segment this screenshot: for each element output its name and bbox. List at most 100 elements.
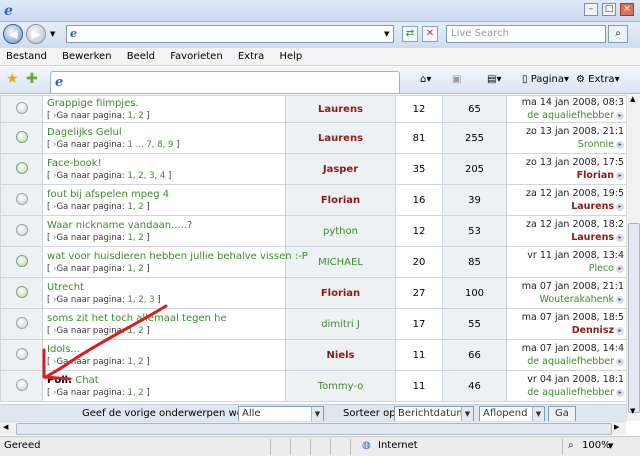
print-icon[interactable]: ▤▾	[487, 73, 501, 87]
close-window-button[interactable]: ×	[620, 3, 634, 16]
menu-favorieten[interactable]: Favorieten	[164, 48, 228, 64]
back-button[interactable]: ◀	[3, 24, 23, 44]
topic-title-link[interactable]: Idols...	[47, 344, 80, 355]
page-menu-button[interactable]: ▯ Pagina▾	[522, 73, 569, 87]
page-links[interactable]: 1, 2	[127, 326, 143, 336]
zoom-level[interactable]: 100%	[582, 437, 611, 455]
add-favorite-icon[interactable]: ✚	[26, 72, 38, 86]
topic-author-link[interactable]: Florian	[321, 288, 360, 299]
sort-order-select[interactable]: Aflopend ▼	[479, 406, 545, 422]
topic-author-link[interactable]: Tommy-o	[318, 381, 364, 392]
home-icon[interactable]: ⌂▾	[420, 73, 431, 87]
chevron-down-icon[interactable]: ▼	[608, 437, 613, 455]
topic-folder-icon	[15, 130, 28, 143]
last-post-user-link[interactable]: Pleco	[589, 263, 614, 274]
page-links[interactable]: 1, 2	[127, 388, 143, 398]
page-links[interactable]: 1 ... 7, 8, 9	[127, 140, 173, 150]
search-icon[interactable]: ⌕	[608, 25, 628, 43]
topic-author-link[interactable]: Laurens	[318, 104, 363, 115]
view-latest-post-icon[interactable]: ▸	[616, 111, 624, 120]
vertical-scrollbar[interactable]: ▲ ▼	[626, 95, 640, 421]
page-links[interactable]: 1, 2, 3	[127, 295, 154, 305]
page-links[interactable]: 1, 2	[127, 233, 143, 243]
horizontal-scrollbar[interactable]: ◀ ▶	[0, 421, 626, 435]
menu-extra[interactable]: Extra	[232, 48, 270, 64]
topic-title-link[interactable]: Chat	[75, 375, 98, 386]
topic-author-link[interactable]: Laurens	[318, 133, 363, 144]
topic-title-line: soms zit het toch allemaal tegen he	[47, 312, 285, 325]
menu-beeld[interactable]: Beeld	[121, 48, 161, 64]
topic-pagination: [ ›Ga naar pagina: 1, 2, 3, 4 ]	[47, 170, 285, 182]
search-input[interactable]: Live Search	[446, 25, 606, 43]
maximize-button[interactable]: □	[602, 3, 616, 16]
last-post-user-link[interactable]: Wouterakahenk	[539, 294, 614, 305]
topic-title-cell: fout bij afspelen mpeg 4[ ›Ga naar pagin…	[42, 184, 286, 216]
topic-title-link[interactable]: fout bij afspelen mpeg 4	[47, 189, 169, 200]
scroll-down-icon[interactable]: ▼	[630, 407, 635, 415]
address-dropdown-icon[interactable]: ▼	[384, 30, 389, 38]
vertical-scroll-thumb[interactable]	[628, 223, 640, 413]
stop-icon[interactable]: ✕	[422, 26, 438, 42]
view-latest-post-icon[interactable]: ▸	[616, 388, 624, 397]
feeds-icon[interactable]: ▣	[452, 73, 461, 87]
topic-author-link[interactable]: dimitri J	[321, 319, 360, 330]
browser-tab[interactable]: e	[50, 71, 400, 93]
topic-author-link[interactable]: Florian	[321, 195, 360, 206]
page-links[interactable]: 1, 2	[127, 111, 143, 121]
topic-author-link[interactable]: MICHAEL	[318, 257, 363, 268]
refresh-icon[interactable]: ⇄	[402, 26, 418, 42]
topic-title-link[interactable]: Utrecht	[47, 282, 84, 293]
last-post-user-link[interactable]: de aqualiefhebber	[527, 387, 614, 398]
view-latest-post-icon[interactable]: ▸	[616, 171, 624, 180]
view-latest-post-icon[interactable]: ▸	[616, 140, 624, 149]
topic-replies-cell: 17	[395, 308, 443, 340]
horizontal-scroll-thumb[interactable]	[16, 423, 612, 435]
last-post-user-link[interactable]: de aqualiefhebber	[527, 356, 614, 367]
menu-bewerken[interactable]: Bewerken	[56, 48, 117, 64]
topic-title-link[interactable]: soms zit het toch allemaal tegen he	[47, 313, 227, 324]
menu-bestand[interactable]: Bestand	[0, 48, 53, 64]
last-post-user-link[interactable]: Dennisz	[572, 325, 614, 336]
topic-author-link[interactable]: Jasper	[323, 164, 358, 175]
scroll-up-icon[interactable]: ▲	[630, 95, 635, 103]
tools-menu-button[interactable]: ⚙ Extra▾	[576, 73, 620, 87]
topic-author-link[interactable]: Niels	[327, 350, 355, 361]
last-post-user-link[interactable]: Laurens	[571, 232, 614, 243]
topic-title-line: Face-book!	[47, 157, 285, 170]
topic-title-link[interactable]: Dagelijks Gelul	[47, 127, 122, 138]
scroll-right-icon[interactable]: ▶	[614, 423, 619, 431]
topic-title-link[interactable]: Grappige filmpjes.	[47, 98, 139, 109]
zoom-icon[interactable]: ⌕	[568, 437, 574, 455]
minimize-button[interactable]: –	[584, 3, 598, 16]
last-post-user-link[interactable]: de aqualiefhebber	[527, 110, 614, 121]
view-latest-post-icon[interactable]: ▸	[616, 233, 624, 242]
topic-title-link[interactable]: wat voor huisdieren hebben jullie behalv…	[47, 251, 308, 262]
view-latest-post-icon[interactable]: ▸	[616, 295, 624, 304]
sort-by-select[interactable]: Berichtdatum ▼	[394, 406, 474, 422]
topic-title-link[interactable]: Face-book!	[47, 158, 102, 169]
page-links[interactable]: 1, 2	[127, 202, 143, 212]
topic-title-link[interactable]: Waar nickname vandaan.....?	[47, 220, 192, 231]
scroll-left-icon[interactable]: ◀	[3, 423, 8, 431]
page-links[interactable]: 1, 2	[127, 264, 143, 274]
show-topics-select[interactable]: Alle onderwerpen▼	[238, 406, 324, 433]
goto-page-label: Ga naar pagina:	[56, 139, 128, 150]
topic-author-link[interactable]: python	[323, 226, 358, 237]
favorites-star-icon[interactable]: ★	[6, 72, 19, 86]
recent-pages-dropdown[interactable]: ▼	[50, 30, 55, 38]
view-latest-post-icon[interactable]: ▸	[616, 202, 624, 211]
topic-title-line: Dagelijks Gelul	[47, 126, 285, 139]
page-links[interactable]: 1, 2, 3, 4	[127, 171, 165, 181]
last-post-user-link[interactable]: Florian	[577, 170, 614, 181]
forward-button[interactable]: ▶	[26, 24, 46, 44]
view-latest-post-icon[interactable]: ▸	[616, 357, 624, 366]
address-field[interactable]: e	[66, 25, 394, 43]
menu-help[interactable]: Help	[273, 48, 308, 64]
page-links[interactable]: 1, 2	[127, 357, 143, 367]
last-post-user-link[interactable]: Sronnie	[578, 139, 614, 150]
go-button[interactable]: Ga	[548, 406, 576, 422]
topic-last-post-cell: zo 13 jan 2008, 21:1 Sronnie ▸	[506, 122, 626, 154]
last-post-user-link[interactable]: Laurens	[571, 201, 614, 212]
view-latest-post-icon[interactable]: ▸	[616, 264, 624, 273]
view-latest-post-icon[interactable]: ▸	[616, 326, 624, 335]
